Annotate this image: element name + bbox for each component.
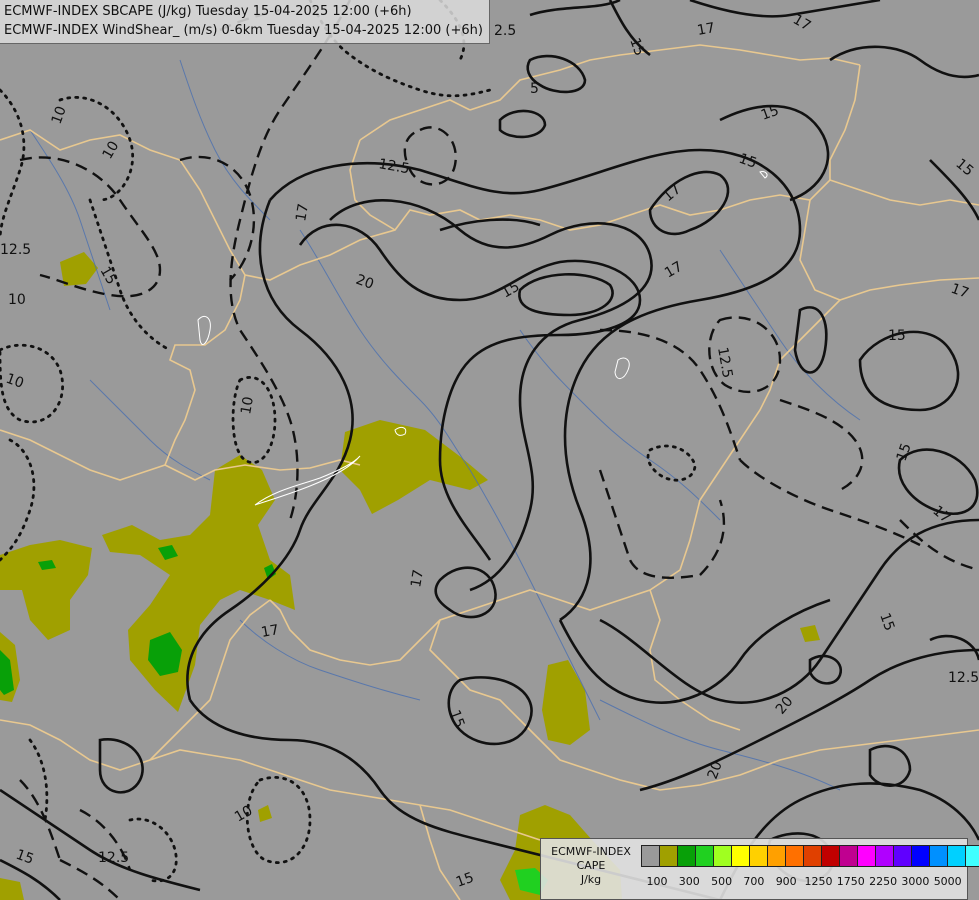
legend-swatch [965, 845, 979, 867]
legend-tick-label: 1750 [836, 875, 865, 888]
legend-swatch [785, 845, 804, 867]
legend-swatch [839, 845, 858, 867]
contour-label: 12.5 [0, 242, 31, 258]
legend-swatch [929, 845, 948, 867]
legend-unit: J/kg [580, 873, 602, 886]
contour-label: 17 [408, 568, 427, 588]
weather-map: 2.5 15 17 17 15 5 15 12.5 15 17 20 15 17… [0, 0, 979, 900]
contour-label: 5 [530, 81, 539, 97]
legend-swatch [767, 845, 786, 867]
contour-label: 10 [8, 292, 26, 308]
legend-title-line1: ECMWF-INDEX [551, 845, 631, 858]
legend-swatch [911, 845, 930, 867]
contour-label: 12.5 [948, 670, 979, 686]
legend-swatch [803, 845, 822, 867]
legend-swatch [677, 845, 696, 867]
legend-swatch [641, 845, 660, 867]
legend-swatch [857, 845, 876, 867]
contour-label: 17 [696, 20, 716, 39]
legend-tick-label: 300 [678, 875, 700, 888]
legend-swatch [659, 845, 678, 867]
contour-label: 10 [238, 395, 257, 415]
cape-legend: ECMWF-INDEX CAPE J/kg 100 300 500 700 900 125… [540, 838, 979, 900]
contour-label: 12.5 [98, 850, 129, 866]
map-title-cape: ECMWF-INDEX SBCAPE (J/kg) Tuesday 15-04-… [4, 4, 412, 19]
legend-tick-label: 900 [775, 875, 797, 888]
legend-color-scale [641, 845, 979, 867]
legend-tick-label: 2250 [869, 875, 898, 888]
map-title-windshear: ECMWF-INDEX WindShear_ (m/s) 0-6km Tuesd… [4, 23, 483, 38]
contour-label: 15 [888, 328, 906, 344]
legend-swatch [821, 845, 840, 867]
legend-title-line2: CAPE [576, 859, 606, 872]
legend-tick-label: 500 [711, 875, 733, 888]
contour-label: 2.5 [494, 23, 516, 39]
contour-label: 17 [293, 202, 312, 222]
legend-swatch [893, 845, 912, 867]
legend-swatch [875, 845, 894, 867]
contour-label: 17 [260, 622, 280, 641]
legend-tick-label: 3000 [901, 875, 930, 888]
legend-swatch [713, 845, 732, 867]
map-title-box: ECMWF-INDEX SBCAPE (J/kg) Tuesday 15-04-… [0, 0, 490, 44]
legend-tick-labels: 100 300 500 700 900 1250 1750 2250 3000 5000 [641, 875, 965, 889]
legend-tick-label: 100 [646, 875, 668, 888]
legend-swatch [947, 845, 966, 867]
legend-title: ECMWF-INDEX CAPE J/kg [545, 845, 637, 887]
legend-tick-label: 700 [743, 875, 765, 888]
legend-tick-label: 1250 [804, 875, 833, 888]
legend-tick-label: 5000 [933, 875, 962, 888]
legend-swatch [749, 845, 768, 867]
legend-swatch [695, 845, 714, 867]
legend-swatch [731, 845, 750, 867]
